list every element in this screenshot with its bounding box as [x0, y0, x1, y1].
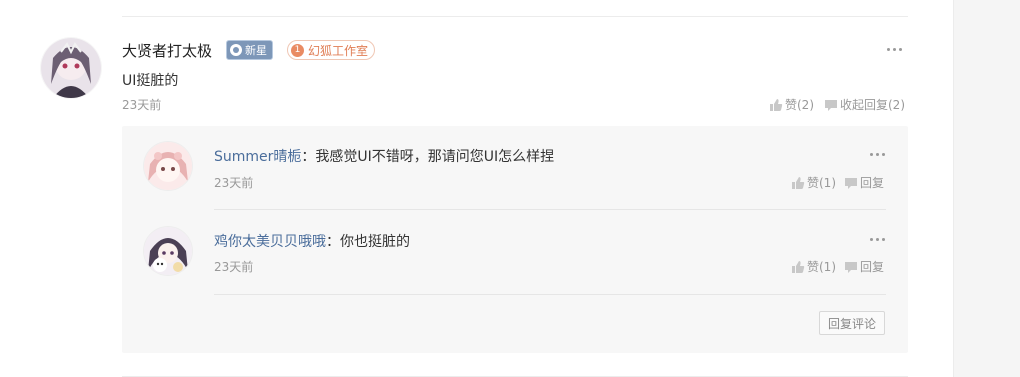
studio-badge[interactable]: 1 幻狐工作室	[287, 40, 376, 60]
comment-icon	[845, 261, 857, 273]
reply-time: 23天前	[214, 260, 254, 274]
collapse-replies-label: 收起回复(2)	[840, 98, 905, 112]
comment-text: UI挺脏的	[122, 73, 179, 89]
level-icon	[230, 44, 242, 56]
reply-content: 鸡你太美贝贝哦哦：你也挺脏的	[214, 231, 410, 251]
reply-divider	[214, 209, 886, 210]
avatar[interactable]	[41, 38, 101, 98]
reply-divider	[214, 294, 886, 295]
like-button[interactable]: 赞(2)	[769, 96, 814, 113]
thumbs-up-icon	[792, 260, 805, 273]
reply-avatar[interactable]	[144, 142, 192, 190]
reply-button[interactable]: 回复	[844, 258, 884, 275]
reply-like-button[interactable]: 赞(1)	[791, 258, 836, 275]
reply-colon: ：	[326, 234, 340, 250]
reply-button-label: 回复	[860, 176, 885, 190]
reply-username[interactable]: 鸡你太美贝贝哦哦	[214, 234, 326, 250]
collapse-replies-button[interactable]: 收起回复(2)	[824, 96, 905, 113]
level-badge: 新星	[226, 40, 273, 60]
reply-button[interactable]: 回复	[844, 174, 884, 191]
like-label: 赞(2)	[785, 98, 814, 112]
comment-icon	[845, 177, 857, 189]
studio-badge-number: 1	[291, 43, 304, 57]
reply-text: 我感觉UI不错呀，那请问您UI怎么样捏	[315, 149, 555, 165]
thumbs-up-icon	[792, 176, 805, 189]
comment-icon	[825, 99, 837, 111]
reply-comment-button[interactable]: 回复评论	[819, 311, 885, 335]
reply-like-label: 赞(1)	[807, 176, 836, 190]
reply-username[interactable]: Summer晴栀	[214, 149, 301, 165]
more-dots-icon[interactable]	[887, 48, 902, 51]
studio-badge-label: 幻狐工作室	[308, 43, 369, 58]
reply-content: Summer晴栀：我感觉UI不错呀，那请问您UI怎么样捏	[214, 146, 554, 166]
top-divider	[122, 16, 908, 17]
reply-text: 你也挺脏的	[340, 234, 410, 250]
reply-like-button[interactable]: 赞(1)	[791, 174, 836, 191]
level-badge-label: 新星	[245, 44, 267, 57]
thumbs-up-icon	[770, 98, 783, 111]
comment-username[interactable]: 大贤者打太极	[122, 40, 212, 61]
reply-colon: ：	[301, 149, 316, 165]
reply-avatar[interactable]	[144, 227, 192, 275]
reply-time: 23天前	[214, 176, 254, 190]
comment-time: 23天前	[122, 98, 162, 112]
more-dots-icon[interactable]	[870, 238, 885, 241]
reply-like-label: 赞(1)	[807, 260, 836, 274]
right-sidebar-gutter	[953, 0, 1020, 377]
reply-button-label: 回复	[860, 260, 885, 274]
more-dots-icon[interactable]	[870, 153, 885, 156]
